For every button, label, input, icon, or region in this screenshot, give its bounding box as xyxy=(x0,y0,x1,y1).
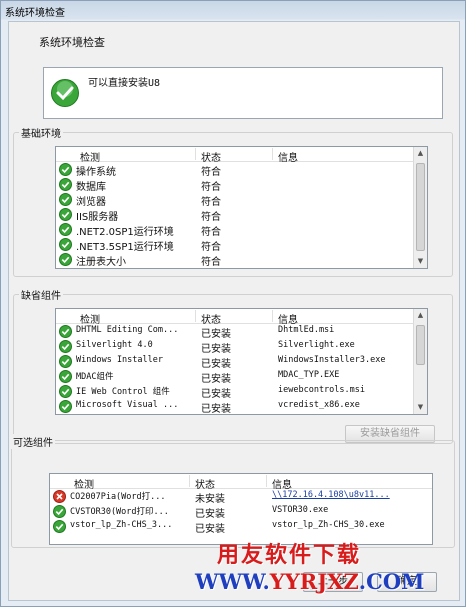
item-state: 已安装 xyxy=(201,374,231,385)
default-components-title: 缺省组件 xyxy=(19,287,63,302)
list-header: 检测 状态 信息 xyxy=(50,474,432,491)
list-item[interactable]: 浏览器 符合 xyxy=(56,192,427,208)
item-info: DhtmlEd.msi xyxy=(278,325,335,335)
list-item[interactable]: 数据库 符合 xyxy=(56,177,427,193)
optional-components-title: 可选组件 xyxy=(11,434,55,449)
item-info: iewebcontrols.msi xyxy=(278,385,365,395)
item-name: MDAC组件 xyxy=(76,372,114,382)
scroll-up-icon[interactable]: ▲ xyxy=(414,147,427,160)
item-state: 符合 xyxy=(201,227,221,238)
item-info: VSTOR30.exe xyxy=(272,505,329,515)
basic-env-scrollbar[interactable]: ▲ ▼ xyxy=(413,147,427,268)
item-state: 符合 xyxy=(201,182,221,193)
list-item[interactable]: DHTML Editing Com... 已安装 DhtmlEd.msi xyxy=(56,324,427,340)
item-name: CO2007Pia(Word打... xyxy=(70,492,166,502)
item-state: 已安装 xyxy=(201,389,231,400)
check-circle-icon xyxy=(51,79,79,107)
default-components-list[interactable]: 检测 状态 信息 DHTML Editing Com... 已安装 DhtmlEd.… xyxy=(55,308,428,415)
list-item[interactable]: 操作系统 符合 xyxy=(56,162,427,178)
check-icon xyxy=(59,253,72,268)
list-item[interactable]: vstor_lp_Zh-CHS_3... 已安装 vstor_lp_Zh-CHS_3… xyxy=(50,519,432,536)
basic-env-list[interactable]: 检测 状态 信息 操作系统 符合 数据库 符合 浏览器 符合 IIS服务器 符合 .NET2.0… xyxy=(55,146,428,269)
item-state: 符合 xyxy=(201,197,221,208)
item-state: 已安装 xyxy=(201,344,231,355)
item-name: .NET3.5SP1运行环境 xyxy=(76,242,174,253)
item-state: 已安装 xyxy=(201,329,231,340)
item-state: 已安装 xyxy=(195,509,225,520)
title-bar: 系统环境检查 xyxy=(1,1,465,19)
list-item[interactable]: .NET2.0SP1运行环境 符合 xyxy=(56,222,427,238)
item-name: IIS服务器 xyxy=(76,212,119,223)
default-components-scrollbar[interactable]: ▲ ▼ xyxy=(413,309,427,414)
scroll-down-icon[interactable]: ▼ xyxy=(414,255,427,268)
item-info: vcredist_x86.exe xyxy=(278,400,360,410)
item-name: Windows Installer xyxy=(76,355,163,365)
list-header: 检测 状态 信息 xyxy=(56,147,427,164)
item-name: vstor_lp_Zh-CHS_3... xyxy=(70,520,173,530)
list-header: 检测 状态 信息 xyxy=(56,309,427,326)
page-title: 系统环境检查 xyxy=(39,36,105,49)
item-state: 符合 xyxy=(201,167,221,178)
optional-components-list[interactable]: 检测 状态 信息 CO2007Pia(Word打... 未安装 \\172.16.4… xyxy=(49,473,433,545)
list-item[interactable]: CVSTOR30(Word打印... 已安装 VSTOR30.exe xyxy=(50,504,432,520)
scroll-thumb[interactable] xyxy=(416,325,425,365)
scroll-up-icon[interactable]: ▲ xyxy=(414,309,427,322)
item-state: 已安装 xyxy=(201,404,231,415)
item-name: Microsoft Visual ... xyxy=(76,400,179,410)
watermark-url: WWW.YYRJXZ.COM xyxy=(195,569,425,594)
scroll-down-icon[interactable]: ▼ xyxy=(414,401,427,414)
list-item[interactable]: IIS服务器 符合 xyxy=(56,207,427,223)
item-info[interactable]: \\172.16.4.108\u8v11... xyxy=(272,490,412,500)
list-item[interactable]: Microsoft Visual ... 已安装 vcredist_x86.exe xyxy=(56,399,427,414)
item-info: vstor_lp_Zh-CHS_30.exe xyxy=(272,520,385,530)
status-text: 可以直接安装U8 xyxy=(88,78,161,89)
item-info: MDAC_TYP.EXE xyxy=(278,370,340,380)
item-state: 符合 xyxy=(201,242,221,253)
item-name: IE Web Control 组件 xyxy=(76,387,170,397)
item-name: 操作系统 xyxy=(76,167,116,178)
item-state: 已安装 xyxy=(195,524,225,535)
item-name: .NET2.0SP1运行环境 xyxy=(76,227,174,238)
item-info: Silverlight.exe xyxy=(278,340,355,350)
item-name: 浏览器 xyxy=(76,197,106,208)
item-name: 数据库 xyxy=(76,182,106,193)
item-state: 符合 xyxy=(201,212,221,223)
list-item[interactable]: Windows Installer 已安装 WindowsInstaller3.ex… xyxy=(56,354,427,370)
item-name: Silverlight 4.0 xyxy=(76,340,153,350)
status-panel: 可以直接安装U8 xyxy=(43,67,443,119)
system-check-window: 系统环境检查 系统环境检查 可以直接安装U8 基础环境 检测 状态 信息 操作系… xyxy=(0,0,466,607)
basic-env-title: 基础环境 xyxy=(19,125,63,140)
watermark-title: 用友软件下载 xyxy=(217,543,362,568)
check-icon xyxy=(59,400,72,414)
list-item[interactable]: Silverlight 4.0 已安装 Silverlight.exe xyxy=(56,339,427,355)
item-state: 符合 xyxy=(201,257,221,268)
list-item[interactable]: .NET3.5SP1运行环境 符合 xyxy=(56,237,427,253)
item-name: DHTML Editing Com... xyxy=(76,325,179,335)
check-icon xyxy=(53,520,66,536)
dialog-body: 系统环境检查 可以直接安装U8 基础环境 检测 状态 信息 操作系统 符合 数据库符… xyxy=(8,21,460,601)
list-item[interactable]: CO2007Pia(Word打... 未安装 \\172.16.4.108\u8v1… xyxy=(50,489,432,505)
item-name: CVSTOR30(Word打印... xyxy=(70,507,169,517)
list-item[interactable]: 注册表大小 符合 xyxy=(56,252,427,268)
item-state: 已安装 xyxy=(201,359,231,370)
item-info: WindowsInstaller3.exe xyxy=(278,355,386,365)
window-title: 系统环境检查 xyxy=(5,8,65,19)
item-state: 未安装 xyxy=(195,494,225,505)
list-item[interactable]: IE Web Control 组件 已安装 iewebcontrols.msi xyxy=(56,384,427,400)
list-item[interactable]: MDAC组件 已安装 MDAC_TYP.EXE xyxy=(56,369,427,385)
scroll-thumb[interactable] xyxy=(416,163,425,251)
item-name: 注册表大小 xyxy=(76,257,126,268)
